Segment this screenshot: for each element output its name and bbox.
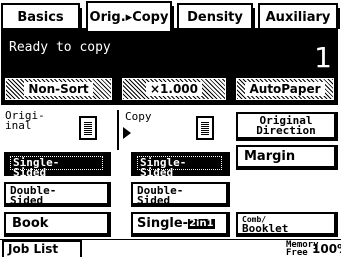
tab-density-label: Density (187, 9, 243, 25)
tab-orig-copy-label: Orig.▸Copy (89, 9, 169, 25)
job-list-button[interactable]: Job List (2, 240, 82, 257)
tab-orig-copy[interactable]: Orig.▸Copy (86, 1, 174, 31)
memory-value: 100% (312, 242, 341, 256)
original-label-line2: inal (5, 119, 32, 132)
two-in-one-icon: 2in1 (188, 217, 215, 229)
tab-shadow (337, 8, 340, 29)
tab-auxiliary-label: Auxiliary (265, 9, 331, 25)
combine-booklet-button[interactable]: Comb/ Booklet (236, 212, 338, 237)
original-double-sided-button[interactable]: Double- Sided (4, 182, 111, 207)
tab-density[interactable]: Density (177, 3, 255, 29)
original-single-line2: Sided (13, 166, 47, 179)
sort-button[interactable]: Non-Sort (3, 76, 114, 102)
original-direction-button[interactable]: Original Direction (236, 112, 338, 141)
copy-double-line2: Sided (137, 194, 171, 207)
original-double-line2: Sided (10, 194, 44, 207)
column-divider (117, 110, 119, 150)
original-document-icon (79, 116, 97, 140)
copy-double-sided-button[interactable]: Double- Sided (131, 182, 230, 207)
margin-button[interactable]: Margin (236, 145, 338, 170)
booklet-label: Booklet (242, 222, 289, 235)
original-single-sided-button[interactable]: Single- Sided (4, 152, 111, 179)
tab-shadow (171, 6, 174, 31)
tab-shadow (252, 8, 255, 29)
sort-button-label: Non-Sort (24, 82, 93, 96)
copy-document-icon (196, 116, 214, 140)
copy-label: Copy (125, 110, 152, 123)
tab-auxiliary[interactable]: Auxiliary (258, 3, 340, 29)
book-button[interactable]: Book (4, 212, 111, 237)
copy-single-sided-button[interactable]: Single- Sided (131, 152, 230, 179)
single-2in1-button[interactable]: Single- 2in1 (131, 212, 230, 237)
copy-single-line2: Sided (140, 166, 174, 179)
margin-label: Margin (244, 148, 296, 164)
tab-shadow (79, 8, 82, 29)
original-label: Origi- inal (5, 110, 45, 132)
job-list-label: Job List (8, 242, 59, 256)
copy-count: 1 (314, 41, 332, 74)
tab-basics[interactable]: Basics (1, 3, 82, 29)
zoom-button-label: ×1.000 (145, 82, 202, 96)
paper-button[interactable]: AutoPaper (234, 76, 336, 102)
arrow-right-icon (123, 127, 131, 139)
book-label: Book (12, 215, 49, 231)
tab-basics-label: Basics (17, 9, 64, 25)
single-combine-label: Single- (137, 215, 189, 231)
paper-button-label: AutoPaper (245, 82, 325, 96)
zoom-button[interactable]: ×1.000 (120, 76, 228, 102)
status-message: Ready to copy (9, 40, 111, 55)
original-direction-line2: Direction (256, 124, 316, 137)
